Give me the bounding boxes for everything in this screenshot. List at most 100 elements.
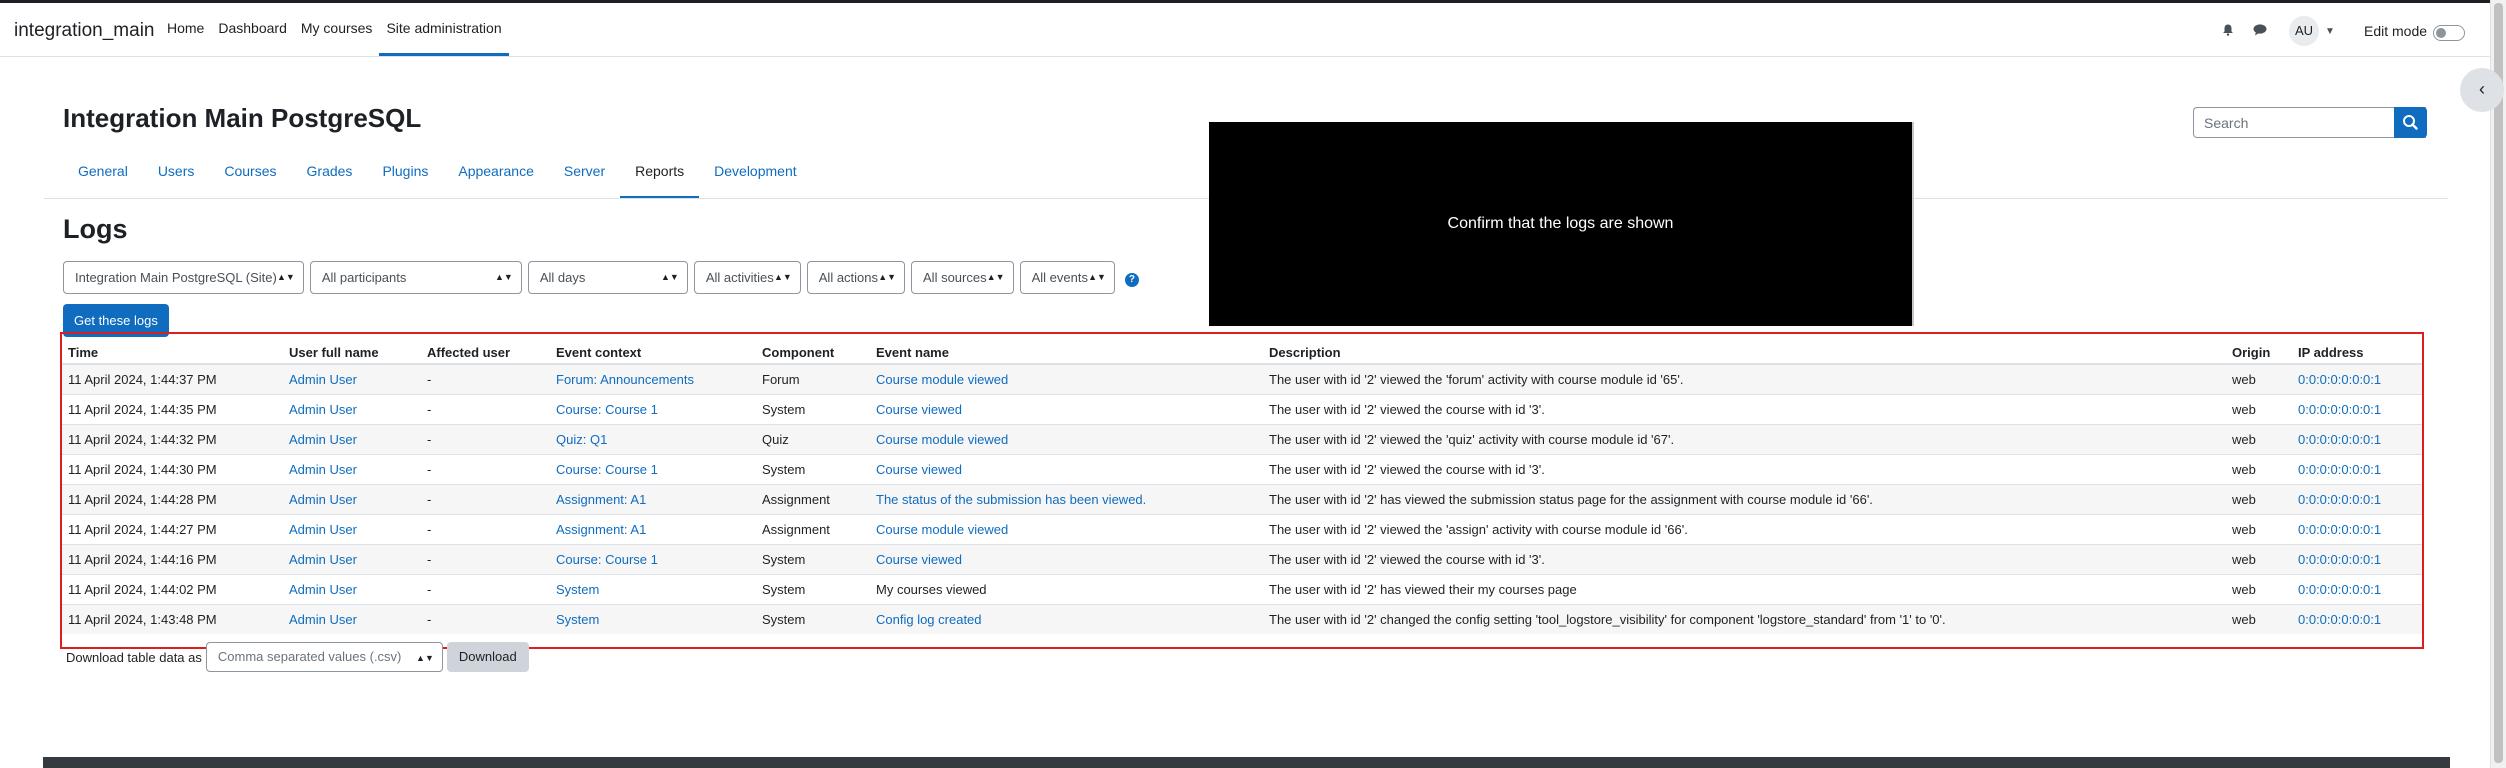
col-affected-user[interactable]: Affected user	[421, 342, 550, 365]
help-icon[interactable]: ?	[1124, 272, 1139, 287]
download-format-select[interactable]: Comma separated values (.csv) ▲▼	[205, 642, 443, 672]
user-full-name-link[interactable]: Admin User	[283, 603, 421, 634]
description-cell: The user with id '2' viewed the course w…	[1263, 393, 2226, 424]
time-cell: 11 April 2024, 1:44:28 PM	[62, 483, 283, 514]
activities-select[interactable]: All activities ▲▼	[693, 261, 801, 294]
affected-user-cell: -	[421, 543, 550, 574]
component-cell: Assignment	[756, 513, 870, 544]
time-cell: 11 April 2024, 1:44:27 PM	[62, 513, 283, 544]
events-select[interactable]: All events ▲▼	[1019, 261, 1115, 294]
user-full-name-link[interactable]: Admin User	[283, 513, 421, 544]
select-caret-icon: ▲▼	[773, 272, 792, 282]
messages-icon[interactable]	[2253, 24, 2267, 36]
col-component[interactable]: Component	[756, 342, 870, 365]
ip-address-link[interactable]: 0:0:0:0:0:0:0:1	[2292, 483, 2422, 514]
event-context-link[interactable]: Course: Course 1	[550, 453, 756, 484]
ip-address-link[interactable]: 0:0:0:0:0:0:0:1	[2292, 363, 2422, 394]
affected-user-cell: -	[421, 363, 550, 394]
event-name-link[interactable]: Course viewed	[870, 453, 1263, 484]
actions-select[interactable]: All actions ▲▼	[806, 261, 906, 294]
chevron-down-icon[interactable]: ▼	[2325, 26, 2335, 37]
search-button[interactable]	[2394, 107, 2427, 138]
event-name-link[interactable]: Course viewed	[870, 543, 1263, 574]
nav-dashboard[interactable]: Dashboard	[211, 3, 294, 56]
event-context-link[interactable]: System	[550, 573, 756, 604]
edit-mode-toggle[interactable]	[2433, 25, 2465, 41]
user-full-name-link[interactable]: Admin User	[283, 423, 421, 454]
ip-address-link[interactable]: 0:0:0:0:0:0:0:1	[2292, 603, 2422, 634]
event-context-link[interactable]: Forum: Announcements	[550, 363, 756, 394]
ip-address-link[interactable]: 0:0:0:0:0:0:0:1	[2292, 393, 2422, 424]
col-event-context[interactable]: Event context	[550, 342, 756, 365]
ip-address-link[interactable]: 0:0:0:0:0:0:0:1	[2292, 573, 2422, 604]
event-name-link[interactable]: The status of the submission has been vi…	[870, 483, 1263, 514]
event-context-link[interactable]: Assignment: A1	[550, 483, 756, 514]
description-cell: The user with id '2' viewed the 'forum' …	[1263, 363, 2226, 394]
description-cell: The user with id '2' viewed the course w…	[1263, 453, 2226, 484]
nav-home[interactable]: Home	[160, 3, 211, 56]
component-cell: System	[756, 573, 870, 604]
event-context-link[interactable]: Course: Course 1	[550, 393, 756, 424]
ip-address-link[interactable]: 0:0:0:0:0:0:0:1	[2292, 423, 2422, 454]
tab-server[interactable]: Server	[549, 159, 620, 199]
page-footer	[43, 757, 2450, 768]
user-full-name-link[interactable]: Admin User	[283, 453, 421, 484]
tab-grades[interactable]: Grades	[292, 159, 368, 199]
affected-user-cell: -	[421, 483, 550, 514]
col-ip-address[interactable]: IP address	[2292, 342, 2422, 365]
tab-appearance[interactable]: Appearance	[443, 159, 549, 199]
page-title: Integration Main PostgreSQL	[63, 103, 422, 133]
ip-address-link[interactable]: 0:0:0:0:0:0:0:1	[2292, 543, 2422, 574]
logs-table-highlight: Time User full name Affected user Event …	[60, 332, 2424, 649]
ip-address-link[interactable]: 0:0:0:0:0:0:0:1	[2292, 453, 2422, 484]
col-description[interactable]: Description	[1263, 342, 2226, 365]
scrollbar-thumb[interactable]	[2494, 3, 2503, 763]
event-context-link[interactable]: Quiz: Q1	[550, 423, 756, 454]
ip-address-link[interactable]: 0:0:0:0:0:0:0:1	[2292, 513, 2422, 544]
event-name-link[interactable]: Course module viewed	[870, 363, 1263, 394]
event-context-link[interactable]: System	[550, 603, 756, 634]
days-select[interactable]: All days ▲▼	[527, 261, 688, 294]
select-caret-icon: ▲▼	[495, 272, 513, 282]
col-user-full-name[interactable]: User full name	[283, 342, 421, 365]
event-name-link[interactable]: Course module viewed	[870, 423, 1263, 454]
user-full-name-link[interactable]: Admin User	[283, 393, 421, 424]
affected-user-cell: -	[421, 423, 550, 454]
days-select-value: All days	[539, 270, 586, 285]
col-event-name[interactable]: Event name	[870, 342, 1263, 365]
nav-my-courses[interactable]: My courses	[294, 3, 380, 56]
event-context-link[interactable]: Assignment: A1	[550, 513, 756, 544]
event-name-link[interactable]: Config log created	[870, 603, 1263, 634]
user-avatar[interactable]: AU	[2289, 16, 2319, 46]
open-drawer-button[interactable]: ‹	[2460, 68, 2504, 112]
col-origin[interactable]: Origin	[2226, 342, 2292, 365]
user-full-name-link[interactable]: Admin User	[283, 573, 421, 604]
col-time[interactable]: Time	[62, 342, 283, 365]
tab-reports[interactable]: Reports	[620, 159, 700, 199]
event-name-link[interactable]: Course module viewed	[870, 513, 1263, 544]
event-name-link[interactable]: Course viewed	[870, 393, 1263, 424]
activities-select-value: All activities	[705, 270, 774, 285]
sources-select[interactable]: All sources ▲▼	[911, 261, 1014, 294]
tab-development[interactable]: Development	[699, 159, 812, 199]
page-scrollbar[interactable]	[2490, 0, 2506, 768]
tab-plugins[interactable]: Plugins	[367, 159, 443, 199]
download-button[interactable]: Download	[446, 642, 529, 672]
site-select[interactable]: Integration Main PostgreSQL (Site) ▲▼	[63, 261, 304, 294]
user-full-name-link[interactable]: Admin User	[283, 543, 421, 574]
participants-select[interactable]: All participants ▲▼	[309, 261, 522, 294]
notification-bell-icon[interactable]	[2222, 24, 2234, 36]
search-input[interactable]	[2193, 107, 2426, 138]
logs-table: Time User full name Affected user Event …	[62, 342, 2422, 634]
tab-users[interactable]: Users	[143, 159, 210, 199]
user-full-name-link[interactable]: Admin User	[283, 483, 421, 514]
tab-general[interactable]: General	[63, 159, 143, 199]
description-cell: The user with id '2' viewed the 'quiz' a…	[1263, 423, 2226, 454]
sources-select-value: All sources	[923, 270, 987, 285]
nav-site-administration[interactable]: Site administration	[379, 3, 509, 56]
event-context-link[interactable]: Course: Course 1	[550, 543, 756, 574]
site-brand[interactable]: integration_main	[14, 20, 154, 42]
user-full-name-link[interactable]: Admin User	[283, 363, 421, 394]
admin-secondary-nav: General Users Courses Grades Plugins App…	[63, 159, 812, 199]
tab-courses[interactable]: Courses	[209, 159, 291, 199]
